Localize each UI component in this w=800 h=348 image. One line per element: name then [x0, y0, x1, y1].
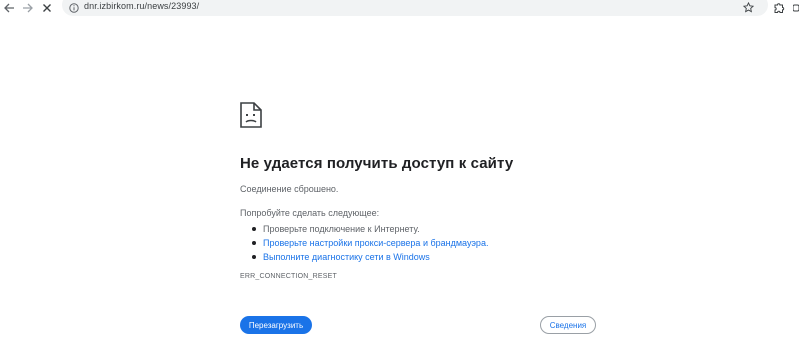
suggestions-list: Проверьте подключение к Интернету. Прове… — [252, 222, 488, 264]
url-text[interactable]: dnr.izbirkom.ru/news/23993/ — [84, 1, 199, 11]
stop-loading-button[interactable] — [38, 0, 56, 16]
arrow-back-icon — [4, 3, 14, 13]
error-message: Соединение сброшено. — [240, 184, 339, 194]
arrow-forward-icon — [23, 3, 33, 13]
address-bar[interactable]: dnr.izbirkom.ru/news/23993/ — [62, 0, 768, 16]
browser-toolbar: dnr.izbirkom.ru/news/23993/ — [0, 0, 800, 16]
close-icon — [43, 4, 51, 12]
error-code: ERR_CONNECTION_RESET — [240, 273, 337, 280]
sad-page-icon — [240, 102, 262, 128]
error-title: Не удается получить доступ к сайту — [240, 155, 514, 172]
extensions-button[interactable] — [772, 1, 786, 15]
info-icon — [69, 3, 79, 13]
browser-menu-button[interactable] — [793, 1, 800, 15]
star-icon — [742, 1, 754, 13]
suggestion-check-connection: Проверьте подключение к Интернету. — [252, 222, 488, 236]
back-button[interactable] — [0, 0, 18, 16]
details-button[interactable]: Сведения — [540, 316, 596, 334]
site-info-button[interactable] — [68, 2, 80, 14]
suggestions-heading: Попробуйте сделать следующее: — [240, 208, 380, 218]
suggestion-proxy-firewall-link[interactable]: Проверьте настройки прокси-сервера и бра… — [252, 236, 488, 250]
reload-button[interactable]: Перезагрузить — [240, 316, 312, 334]
forward-button[interactable] — [19, 0, 37, 16]
puzzle-icon — [774, 3, 785, 13]
suggestion-network-diagnostics-link[interactable]: Выполните диагностику сети в Windows — [252, 250, 488, 264]
more-icon — [793, 4, 799, 12]
bookmark-button[interactable] — [742, 1, 754, 13]
